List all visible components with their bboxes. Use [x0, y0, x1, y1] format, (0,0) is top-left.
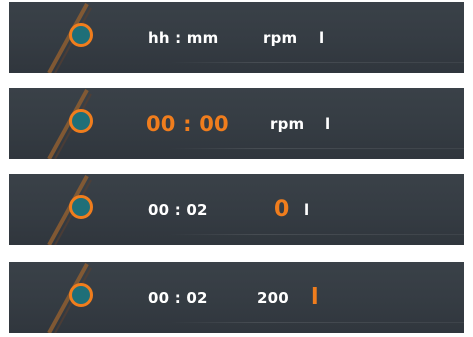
dial-knob-icon[interactable] [69, 23, 93, 47]
display-panel-4: 00 : 02 200 l [9, 262, 464, 333]
liters-label: l [319, 28, 325, 47]
time-value: 00 : 02 [148, 200, 208, 219]
time-value: 00 : 02 [148, 288, 208, 307]
time-value: 00 : 00 [146, 111, 229, 136]
panel-sheen [169, 148, 464, 149]
dial-needle-icon [47, 3, 92, 73]
dial-needle-icon [47, 263, 92, 333]
dial-knob-icon[interactable] [69, 109, 93, 133]
display-panel-2: 00 : 00 rpm l [9, 88, 464, 159]
panel-sheen [169, 322, 464, 323]
panel-sheen [169, 234, 464, 235]
dial-needle-icon [47, 175, 92, 245]
liters-label: l [325, 114, 331, 133]
display-panel-1: hh : mm rpm l [9, 2, 464, 73]
rpm-value: 200 [257, 288, 289, 307]
dial-knob-icon[interactable] [69, 283, 93, 307]
liters-label: l [311, 285, 319, 310]
rpm-value: 0 [274, 197, 290, 222]
panel-sheen [169, 62, 464, 63]
rpm-label: rpm [270, 114, 305, 133]
time-label: hh : mm [148, 28, 219, 47]
display-panel-3: 00 : 02 0 l [9, 174, 464, 245]
liters-label: l [304, 200, 310, 219]
dial-needle-icon [47, 89, 92, 159]
dial-knob-icon[interactable] [69, 195, 93, 219]
rpm-label: rpm [263, 28, 298, 47]
